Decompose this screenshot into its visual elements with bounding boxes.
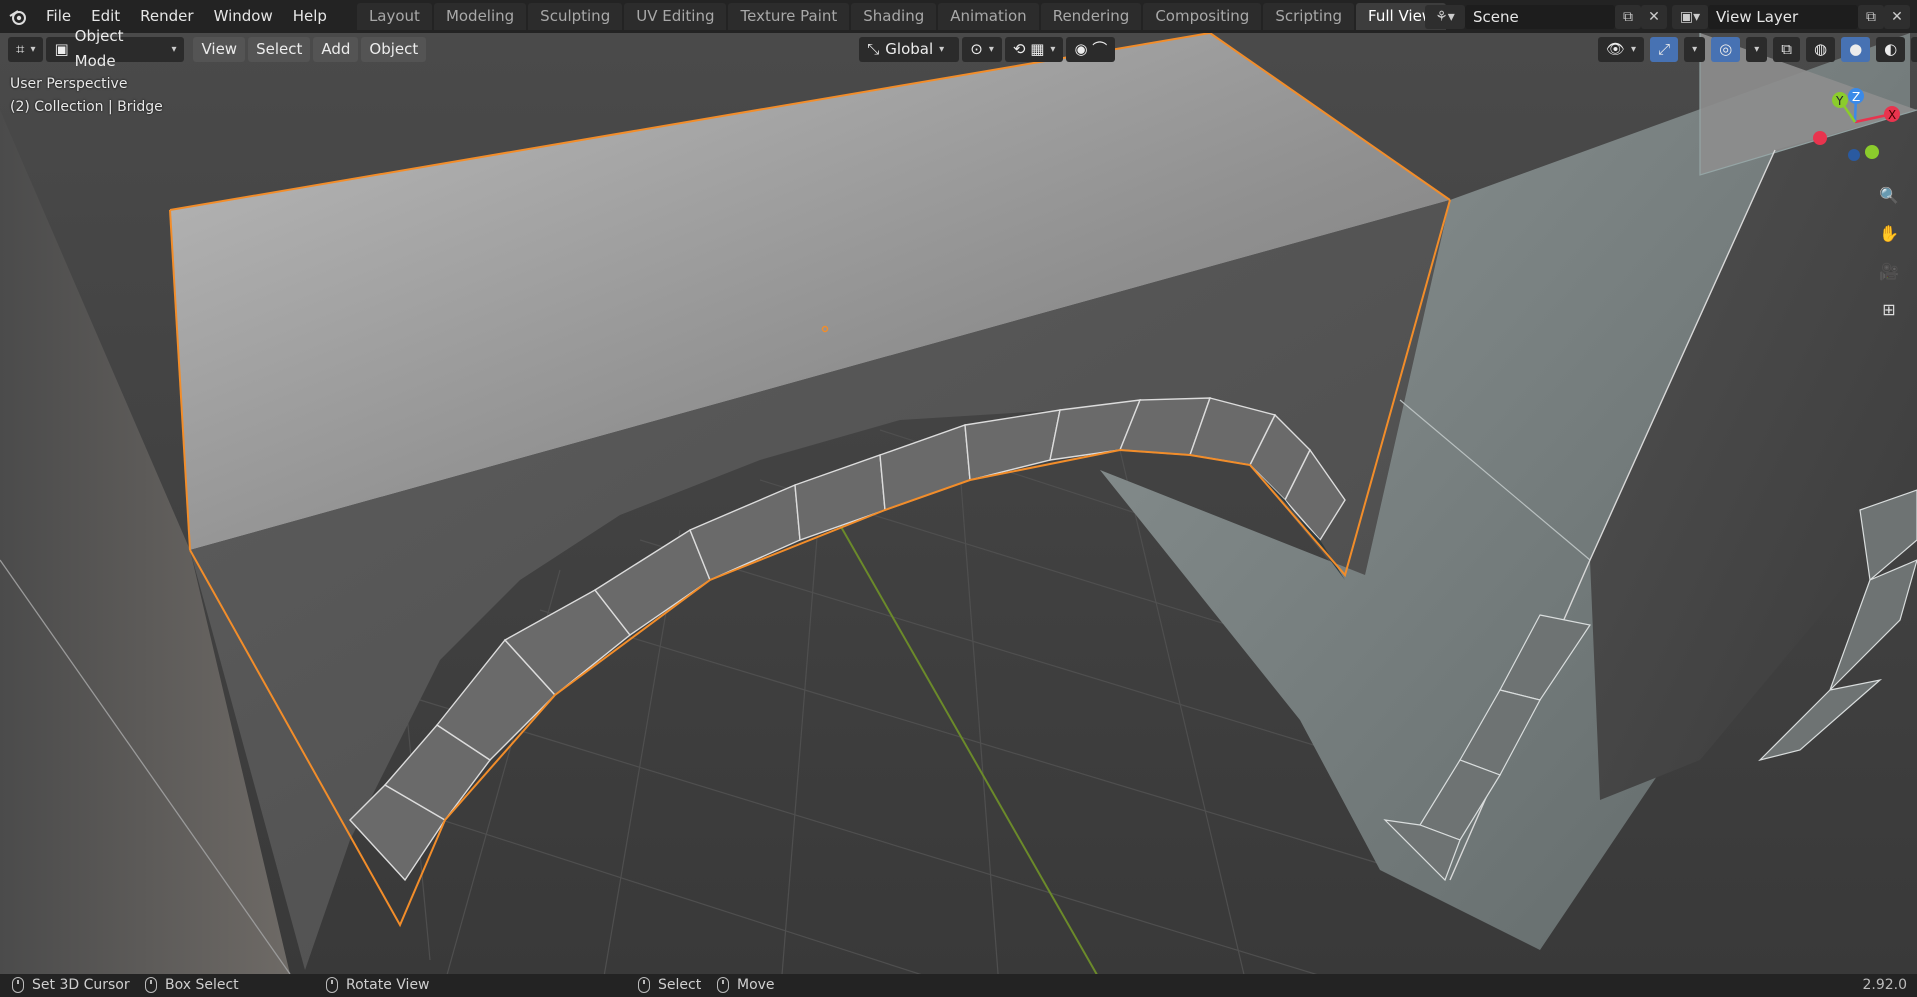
status-move-label: Move bbox=[737, 977, 775, 993]
add-menu[interactable]: Add bbox=[313, 36, 359, 62]
select-menu[interactable]: Select bbox=[248, 36, 311, 62]
view-menu[interactable]: View bbox=[193, 36, 246, 62]
top-bar: File Edit Render Window Help Layout Mode… bbox=[0, 0, 1917, 33]
viewport-header: ⌗ ▾ ▣ Object Mode ▾ View Select Add Objec… bbox=[0, 27, 1917, 70]
x-axis-label: X bbox=[1888, 108, 1896, 122]
viewport-shading-controls: 👁▾ ⤢ ▾ ◎ ▾ ⧉ ◍ ● ◐ ◑ ▾ bbox=[1598, 37, 1917, 62]
pivot-point-button[interactable]: ⊙ ▾ bbox=[962, 36, 1002, 62]
status-rotate-view: Rotate View bbox=[326, 977, 430, 993]
neg-z-axis-icon[interactable] bbox=[1848, 149, 1860, 161]
tab-sculpting[interactable]: Sculpting bbox=[528, 3, 623, 30]
transform-orientation-dropdown[interactable]: ⤡ Global ▾ bbox=[859, 36, 960, 62]
new-scene-icon[interactable]: ⧉ bbox=[1615, 4, 1641, 29]
neg-y-axis-icon[interactable] bbox=[1865, 145, 1879, 159]
mode-dropdown[interactable]: ▣ Object Mode ▾ bbox=[46, 27, 185, 70]
view-layer-field[interactable]: View Layer bbox=[1708, 4, 1858, 29]
mouse-left-icon bbox=[12, 977, 24, 993]
status-select: Select bbox=[638, 977, 701, 993]
status-move: Move bbox=[717, 977, 775, 993]
wireframe-shading-icon[interactable]: ◍ bbox=[1805, 37, 1836, 62]
status-rotate-view-label: Rotate View bbox=[346, 977, 430, 993]
menu-window[interactable]: Window bbox=[204, 0, 283, 33]
z-axis-label: Z bbox=[1852, 90, 1860, 104]
overlays-dropdown[interactable]: ▾ bbox=[1746, 37, 1768, 62]
status-set-cursor: Set 3D Cursor bbox=[12, 977, 130, 993]
view-layer-selector: ▣▾ View Layer ⧉ ✕ bbox=[1672, 4, 1910, 29]
material-shading-icon[interactable]: ◐ bbox=[1876, 37, 1906, 62]
xray-toggle-icon[interactable]: ⧉ bbox=[1773, 37, 1800, 62]
rendered-shading-icon[interactable]: ◑ bbox=[1911, 37, 1917, 62]
snap-toggle-icon[interactable]: ⟲ ▦ ▾ bbox=[1004, 36, 1064, 62]
camera-view-icon[interactable]: 🎥 bbox=[1874, 256, 1904, 286]
3d-viewport[interactable] bbox=[0, 33, 1917, 974]
scene-selector: ⚘▾ Scene ⧉ ✕ bbox=[1425, 4, 1667, 29]
gizmo-toggle-icon[interactable]: ⤢ bbox=[1650, 37, 1679, 62]
view-perspective-label: User Perspective bbox=[10, 76, 128, 92]
tab-texture-paint[interactable]: Texture Paint bbox=[728, 3, 850, 30]
chevron-down-icon: ▾ bbox=[171, 43, 177, 55]
tab-shading[interactable]: Shading bbox=[851, 3, 937, 30]
tab-scripting[interactable]: Scripting bbox=[1263, 3, 1355, 30]
proportional-edit-icon[interactable]: ◉ ⌒ bbox=[1066, 36, 1116, 62]
mode-label: Object Mode bbox=[74, 27, 124, 70]
workspace-tabs: Layout Modeling Sculpting UV Editing Tex… bbox=[356, 0, 1479, 33]
new-view-layer-icon[interactable]: ⧉ bbox=[1858, 4, 1884, 29]
scene-name-field[interactable]: Scene bbox=[1465, 4, 1615, 29]
mouse-drag-icon bbox=[145, 977, 157, 993]
tab-compositing[interactable]: Compositing bbox=[1143, 3, 1262, 30]
tab-layout[interactable]: Layout bbox=[356, 3, 432, 30]
visibility-icon[interactable]: 👁 ▾ bbox=[1598, 37, 1645, 62]
object-menu[interactable]: Object bbox=[361, 36, 427, 62]
status-select-label: Select bbox=[658, 977, 702, 993]
ortho-toggle-icon[interactable]: ⊞ bbox=[1874, 294, 1904, 324]
delete-view-layer-icon[interactable]: ✕ bbox=[1884, 4, 1910, 29]
tab-modeling[interactable]: Modeling bbox=[433, 3, 527, 30]
tab-animation[interactable]: Animation bbox=[938, 3, 1039, 30]
solid-shading-icon[interactable]: ● bbox=[1841, 37, 1871, 62]
navigation-gizmo[interactable]: X Z Y bbox=[1810, 84, 1910, 164]
delete-scene-icon[interactable]: ✕ bbox=[1641, 4, 1667, 29]
blender-window: File Edit Render Window Help Layout Mode… bbox=[0, 0, 1917, 997]
mouse-right-icon bbox=[638, 977, 650, 993]
pan-hand-icon[interactable]: ✋ bbox=[1874, 218, 1904, 248]
blender-logo-icon[interactable] bbox=[0, 0, 36, 33]
mouse-middle-icon bbox=[326, 977, 338, 993]
mouse-drag-right-icon bbox=[717, 977, 729, 993]
status-box-select-label: Box Select bbox=[165, 977, 239, 993]
overlays-toggle-icon[interactable]: ◎ bbox=[1711, 37, 1741, 62]
y-axis-label: Y bbox=[1835, 94, 1844, 108]
status-bar: Set 3D Cursor Box Select Rotate View Sel… bbox=[0, 974, 1917, 997]
viewport-scene[interactable] bbox=[0, 33, 1917, 974]
collection-label: (2) Collection | Bridge bbox=[10, 99, 163, 115]
gizmo-dropdown[interactable]: ▾ bbox=[1684, 37, 1706, 62]
object-mode-icon: ▣ bbox=[54, 39, 69, 58]
menu-help[interactable]: Help bbox=[283, 0, 337, 33]
neg-x-axis-icon[interactable] bbox=[1813, 131, 1827, 145]
tab-uv-editing[interactable]: UV Editing bbox=[624, 3, 727, 30]
orientation-label: Global bbox=[885, 39, 934, 58]
version-label: 2.92.0 bbox=[1862, 977, 1907, 993]
editor-type-button[interactable]: ⌗ ▾ bbox=[8, 36, 44, 62]
orientation-icon: ⤡ bbox=[867, 39, 880, 58]
status-box-select: Box Select bbox=[145, 977, 239, 993]
view-layer-icon[interactable]: ▣▾ bbox=[1672, 4, 1708, 29]
tab-rendering[interactable]: Rendering bbox=[1040, 3, 1142, 30]
status-set-cursor-label: Set 3D Cursor bbox=[32, 977, 130, 993]
zoom-icon[interactable]: 🔍 bbox=[1874, 180, 1904, 210]
scene-type-icon[interactable]: ⚘▾ bbox=[1425, 4, 1465, 29]
